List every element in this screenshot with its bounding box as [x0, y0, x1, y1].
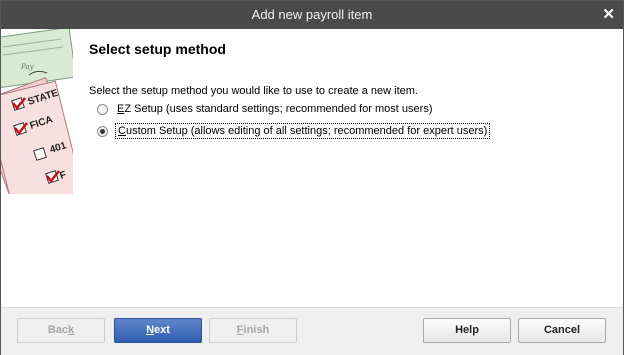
dialog-window: Add new payroll item ✕ Pay STATE FICA 40…: [0, 0, 624, 355]
cancel-button[interactable]: Cancel: [518, 318, 606, 343]
ez-setup-option[interactable]: EZ Setup (uses standard settings; recomm…: [97, 102, 434, 116]
instruction-text: Select the setup method you would like t…: [89, 85, 418, 97]
window-title: Add new payroll item: [251, 7, 373, 22]
help-button[interactable]: Help: [423, 318, 511, 343]
ez-setup-radio[interactable]: [97, 103, 108, 115]
payroll-forms-illustration: Pay STATE FICA 401 F: [1, 29, 73, 194]
custom-setup-option[interactable]: Custom Setup (allows editing of all sett…: [97, 123, 491, 139]
back-button[interactable]: Back: [17, 318, 105, 343]
custom-setup-radio[interactable]: [97, 125, 108, 137]
next-button[interactable]: Next: [114, 318, 202, 343]
ez-setup-label[interactable]: EZ Setup (uses standard settings; recomm…: [115, 102, 434, 116]
custom-setup-label[interactable]: Custom Setup (allows editing of all sett…: [115, 123, 491, 139]
payroll-forms-image: Pay STATE FICA 401 F: [1, 29, 73, 194]
finish-button[interactable]: Finish: [209, 318, 297, 343]
page-heading: Select setup method: [89, 41, 226, 57]
check-pay-text: Pay: [20, 63, 35, 71]
title-bar[interactable]: Add new payroll item ✕: [1, 1, 623, 29]
close-icon[interactable]: ✕: [602, 5, 615, 23]
